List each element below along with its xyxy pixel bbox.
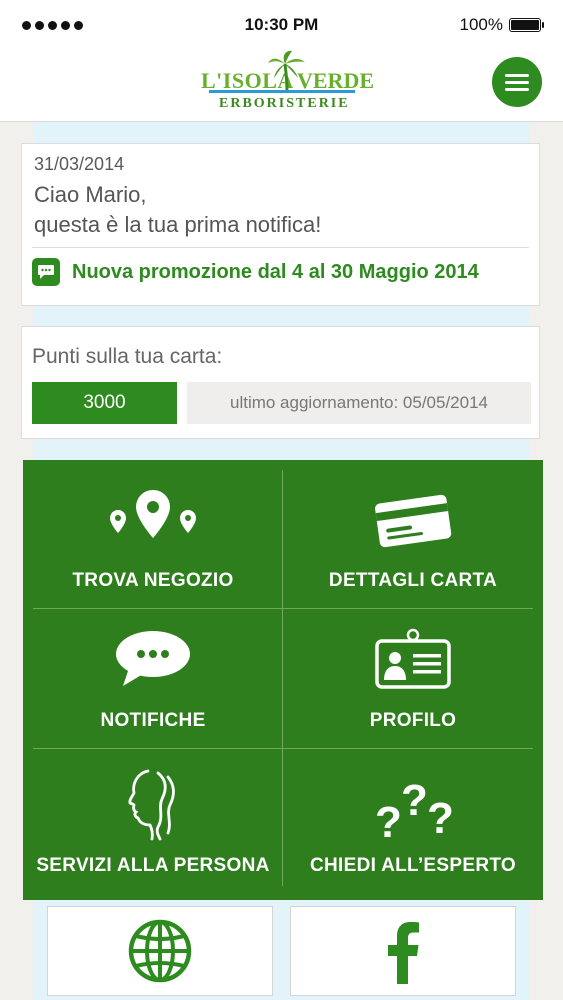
facebook-button[interactable]	[290, 906, 516, 996]
question-marks-icon: ? ? ?	[371, 765, 455, 845]
grid-divider-horizontal	[33, 748, 533, 749]
points-title: Punti sulla tua carta:	[32, 345, 223, 368]
logo[interactable]: L'ISOLA VERDE ERBORISTERIE	[195, 50, 374, 116]
main-menu-grid: TROVA NEGOZIO DETTAGLI CARTA NOTIFICHE P…	[23, 460, 543, 900]
logo-subtitle: ERBORISTERIE	[219, 96, 350, 111]
notification-card[interactable]: 31/03/2014 Ciao Mario, questa è la tua p…	[21, 143, 540, 306]
face-profile-icon	[118, 765, 188, 845]
promo-link[interactable]: Nuova promozione dal 4 al 30 Maggio 2014	[32, 258, 479, 286]
credit-card-icon	[371, 480, 455, 560]
notification-message: Ciao Mario, questa è la tua prima notifi…	[34, 180, 321, 240]
hamburger-menu-icon[interactable]	[492, 57, 542, 107]
tile-trova-negozio[interactable]: TROVA NEGOZIO	[23, 480, 283, 592]
notification-date: 31/03/2014	[34, 154, 125, 174]
signal-dots-icon	[22, 20, 83, 30]
battery-percent: 100%	[459, 15, 503, 34]
svg-text:?: ?	[401, 776, 428, 825]
battery-icon	[509, 18, 544, 32]
facebook-icon	[388, 922, 419, 984]
map-pin-icon	[105, 480, 201, 560]
tile-label: DETTAGLI CARTA	[328, 570, 498, 591]
tile-label: PROFILO	[369, 710, 457, 731]
svg-text:?: ?	[427, 794, 454, 843]
grid-divider-horizontal	[33, 608, 533, 609]
svg-text:?: ?	[375, 798, 402, 843]
globe-icon	[128, 919, 192, 983]
status-bar: 10:30 PM 100%	[0, 0, 563, 50]
id-badge-icon	[373, 620, 453, 700]
points-last-update: ultimo aggiornamento: 05/05/2014	[187, 382, 531, 424]
divider	[32, 247, 529, 248]
chat-bubble-icon	[32, 258, 60, 286]
tile-servizi-alla-persona[interactable]: SERVIZI ALLA PERSONA	[23, 765, 283, 877]
tile-label: SERVIZI ALLA PERSONA	[36, 855, 270, 876]
tile-label: CHIEDI ALL’ESPERTO	[310, 855, 516, 876]
tile-dettagli-carta[interactable]: DETTAGLI CARTA	[283, 480, 543, 592]
notification-greeting: Ciao Mario,	[34, 182, 147, 207]
points-value: 3000	[32, 382, 177, 424]
points-card: Punti sulla tua carta: 3000 ultimo aggio…	[21, 326, 540, 439]
tile-label: TROVA NEGOZIO	[72, 570, 234, 591]
battery-indicator: 100%	[459, 15, 544, 35]
tile-label: NOTIFICHE	[100, 710, 206, 731]
promo-text: Nuova promozione dal 4 al 30 Maggio 2014	[72, 260, 479, 283]
app-header: L'ISOLA VERDE ERBORISTERIE	[0, 50, 563, 122]
tile-chiedi-allesperto[interactable]: ? ? ? CHIEDI ALL’ESPERTO	[283, 765, 543, 877]
tile-profilo[interactable]: PROFILO	[283, 620, 543, 732]
logo-underline	[209, 90, 355, 93]
speech-bubble-icon	[113, 620, 193, 700]
notification-text: questa è la tua prima notifica!	[34, 212, 322, 237]
tile-notifiche[interactable]: NOTIFICHE	[23, 620, 283, 732]
website-button[interactable]	[47, 906, 273, 996]
